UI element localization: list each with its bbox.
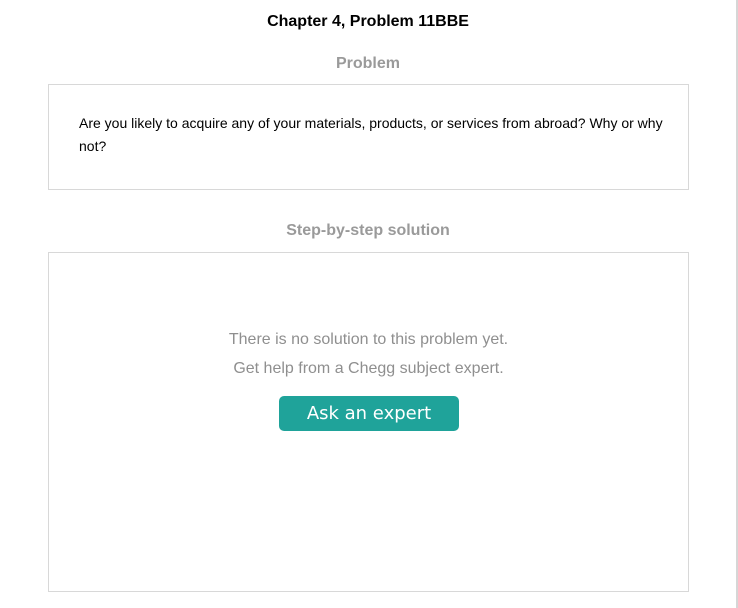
problem-text: Are you likely to acquire any of your ma… — [79, 115, 663, 154]
page: Chapter 4, Problem 11BBE Problem Are you… — [0, 0, 738, 608]
problem-box: Are you likely to acquire any of your ma… — [48, 84, 689, 190]
get-help-message: Get help from a Chegg subject expert. — [233, 360, 504, 377]
solution-heading: Step-by-step solution — [286, 222, 450, 239]
chapter-title: Chapter 4, Problem 11BBE — [267, 13, 469, 30]
ask-expert-button[interactable]: Ask an expert — [279, 396, 459, 431]
no-solution-message: There is no solution to this problem yet… — [228, 331, 509, 348]
solution-box: There is no solution to this problem yet… — [48, 252, 689, 592]
problem-heading: Problem — [335, 55, 400, 72]
